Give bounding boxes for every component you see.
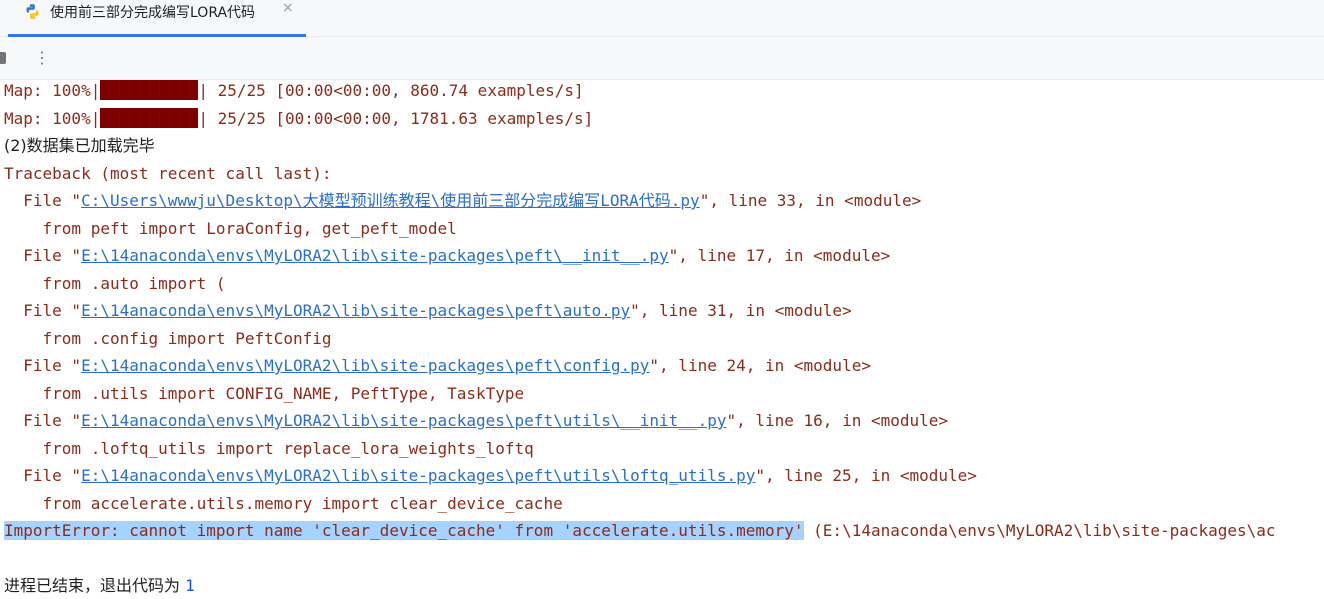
progress-prefix: Map: 100%| [4, 109, 101, 128]
exit-message: 进程已结束，退出代码为 [4, 576, 186, 595]
python-file-icon [26, 4, 39, 19]
progress-bar [100, 108, 199, 128]
run-tab[interactable]: 使用前三部分完成编写LORA代码 × [8, 0, 306, 37]
stop-icon[interactable] [0, 52, 6, 64]
file-path-link[interactable]: E:\14anaconda\envs\MyLORA2\lib\site-pack… [81, 301, 630, 320]
progress-line: Map: 100%| | 25/25 [00:00<00:00, 1781.63 … [4, 107, 593, 131]
run-console-output[interactable]: Map: 100%| | 25/25 [00:00<00:00, 860.74 e… [0, 79, 1324, 599]
traceback-file-line: File "E:\14anaconda\envs\MyLORA2\lib\sit… [4, 356, 871, 375]
traceback-code-line: from .utils import CONFIG_NAME, PeftType… [4, 384, 525, 403]
traceback-file-line: File "C:\Users\wwwju\Desktop\大模型预训练教程\使用… [4, 191, 922, 210]
progress-bar [100, 80, 199, 100]
progress-suffix: | 25/25 [00:00<00:00, 860.74 examples/s] [198, 81, 584, 100]
progress-prefix: Map: 100%| [4, 81, 101, 100]
file-path-link[interactable]: E:\14anaconda\envs\MyLORA2\lib\site-pack… [81, 246, 669, 265]
close-icon[interactable]: × [282, 0, 294, 16]
traceback-code-line: from .auto import ( [4, 274, 226, 293]
traceback-file-line: File "E:\14anaconda\envs\MyLORA2\lib\sit… [4, 411, 949, 430]
process-exit-line: 进程已结束，退出代码为 1 [4, 574, 195, 598]
more-options-icon[interactable]: ⋮ [34, 47, 50, 69]
traceback-code-line: from .config import PeftConfig [4, 329, 332, 348]
tab-title: 使用前三部分完成编写LORA代码 [50, 5, 256, 21]
error-path-text: (E:\14anaconda\envs\MyLORA2\lib\site-pac… [803, 521, 1276, 540]
selected-error-text[interactable]: ImportError: cannot import name 'clear_d… [4, 521, 804, 540]
file-path-link[interactable]: E:\14anaconda\envs\MyLORA2\lib\site-pack… [81, 466, 755, 485]
progress-suffix: | 25/25 [00:00<00:00, 1781.63 examples/s… [198, 109, 594, 128]
dataset-loaded-message: (2)数据集已加载完毕 [4, 136, 155, 155]
run-toolbar: ⋮ [0, 37, 1324, 80]
exit-code: 1 [185, 576, 195, 595]
file-path-link[interactable]: E:\14anaconda\envs\MyLORA2\lib\site-pack… [81, 411, 726, 430]
import-error-line[interactable]: ImportError: cannot import name 'clear_d… [4, 519, 1276, 543]
traceback-file-line: File "E:\14anaconda\envs\MyLORA2\lib\sit… [4, 466, 977, 485]
traceback-header: Traceback (most recent call last): [4, 164, 332, 183]
traceback-code-line: from .loftq_utils import replace_lora_we… [4, 439, 534, 458]
file-path-link[interactable]: E:\14anaconda\envs\MyLORA2\lib\site-pack… [81, 356, 649, 375]
traceback-file-line: File "E:\14anaconda\envs\MyLORA2\lib\sit… [4, 246, 891, 265]
progress-line: Map: 100%| | 25/25 [00:00<00:00, 860.74 e… [4, 79, 584, 103]
traceback-code-line: from accelerate.utils.memory import clea… [4, 494, 563, 513]
file-path-link[interactable]: C:\Users\wwwju\Desktop\大模型预训练教程\使用前三部分完成… [81, 191, 700, 210]
editor-tab-bar: 使用前三部分完成编写LORA代码 × [0, 0, 1324, 37]
traceback-code-line: from peft import LoraConfig, get_peft_mo… [4, 219, 457, 238]
traceback-file-line: File "E:\14anaconda\envs\MyLORA2\lib\sit… [4, 301, 852, 320]
